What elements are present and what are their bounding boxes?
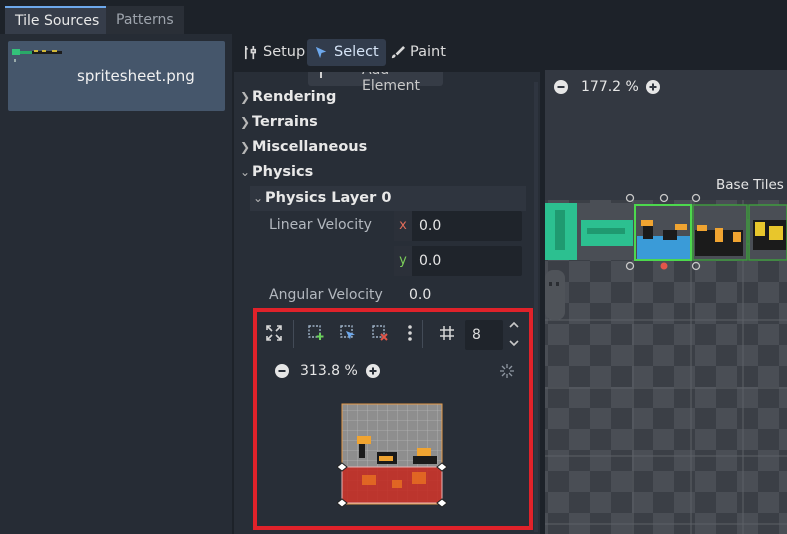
linear-velocity-label: Linear Velocity (269, 217, 372, 233)
chevron-right-icon: ❯ (240, 90, 251, 104)
setup-button[interactable]: Setup (236, 39, 312, 66)
linear-velocity-y-field[interactable]: y 0.0 (394, 246, 522, 276)
linear-velocity-x-field[interactable]: x 0.0 (394, 211, 522, 241)
tab-patterns[interactable]: Patterns (106, 6, 184, 34)
viewport-zoom-in-icon[interactable] (646, 80, 660, 98)
tile-tabs-bar: Tile Sources Patterns (0, 0, 787, 34)
highlight-frame (253, 308, 533, 530)
linear-velocity-x-value: 0.0 (419, 218, 442, 234)
select-label: Select (334, 44, 379, 60)
atlas-checkerboard (545, 193, 787, 534)
setup-label: Setup (263, 44, 306, 60)
atlas-label: Base Tiles (716, 177, 784, 193)
paint-label: Paint (410, 44, 446, 60)
cursor-arrow-icon (315, 46, 327, 59)
angular-velocity-label: Angular Velocity (269, 287, 383, 303)
viewport-zoom-level: 177.2 % (581, 79, 639, 95)
chevron-right-icon: ❯ (240, 115, 251, 129)
atlas-viewport[interactable]: 177.2 % Base Tiles (545, 70, 787, 534)
add-element-button[interactable]: Add Element (308, 72, 443, 94)
spritesheet-thumbnail (12, 49, 62, 62)
tile-sources-panel: spritesheet.png (0, 34, 232, 534)
chevron-down-icon: ⌄ (253, 191, 264, 205)
physics-layer-label: Physics Layer 0 (265, 190, 392, 206)
section-miscellaneous-label: Miscellaneous (252, 139, 368, 155)
section-physics[interactable]: ⌄ Physics (240, 160, 313, 185)
section-rendering[interactable]: ❯ Rendering (240, 85, 336, 110)
section-terrains[interactable]: ❯ Terrains (240, 110, 318, 135)
section-miscellaneous[interactable]: ❯ Miscellaneous (240, 135, 367, 160)
select-button[interactable]: Select (307, 39, 386, 66)
mode-toolbar: Setup Select Paint (232, 34, 787, 70)
physics-layer-header[interactable]: ⌄ Physics Layer 0 (250, 186, 526, 211)
paint-button[interactable]: Paint (383, 39, 453, 66)
source-label: spritesheet.png (77, 67, 195, 85)
chevron-down-icon: ⌄ (240, 165, 251, 179)
source-item-spritesheet[interactable]: spritesheet.png (8, 41, 225, 111)
physics-layer-row: ⌄ Physics Layer 0 (253, 186, 391, 211)
tab-tile-sources[interactable]: Tile Sources (5, 6, 110, 34)
y-axis-label: y (394, 246, 412, 276)
section-rendering-label: Rendering (252, 89, 337, 105)
section-physics-label: Physics (252, 164, 314, 180)
add-plus-icon (320, 72, 322, 78)
x-axis-label: x (394, 211, 412, 241)
inspector-scrollbar[interactable] (534, 82, 538, 532)
chevron-right-icon: ❯ (240, 140, 251, 154)
tools-icon (244, 45, 257, 60)
section-terrains-label: Terrains (252, 114, 318, 130)
linear-velocity-y-value: 0.0 (419, 253, 442, 269)
viewport-zoom-out-icon[interactable] (554, 80, 568, 98)
brush-icon (391, 45, 405, 59)
angular-velocity-value[interactable]: 0.0 (409, 287, 431, 303)
